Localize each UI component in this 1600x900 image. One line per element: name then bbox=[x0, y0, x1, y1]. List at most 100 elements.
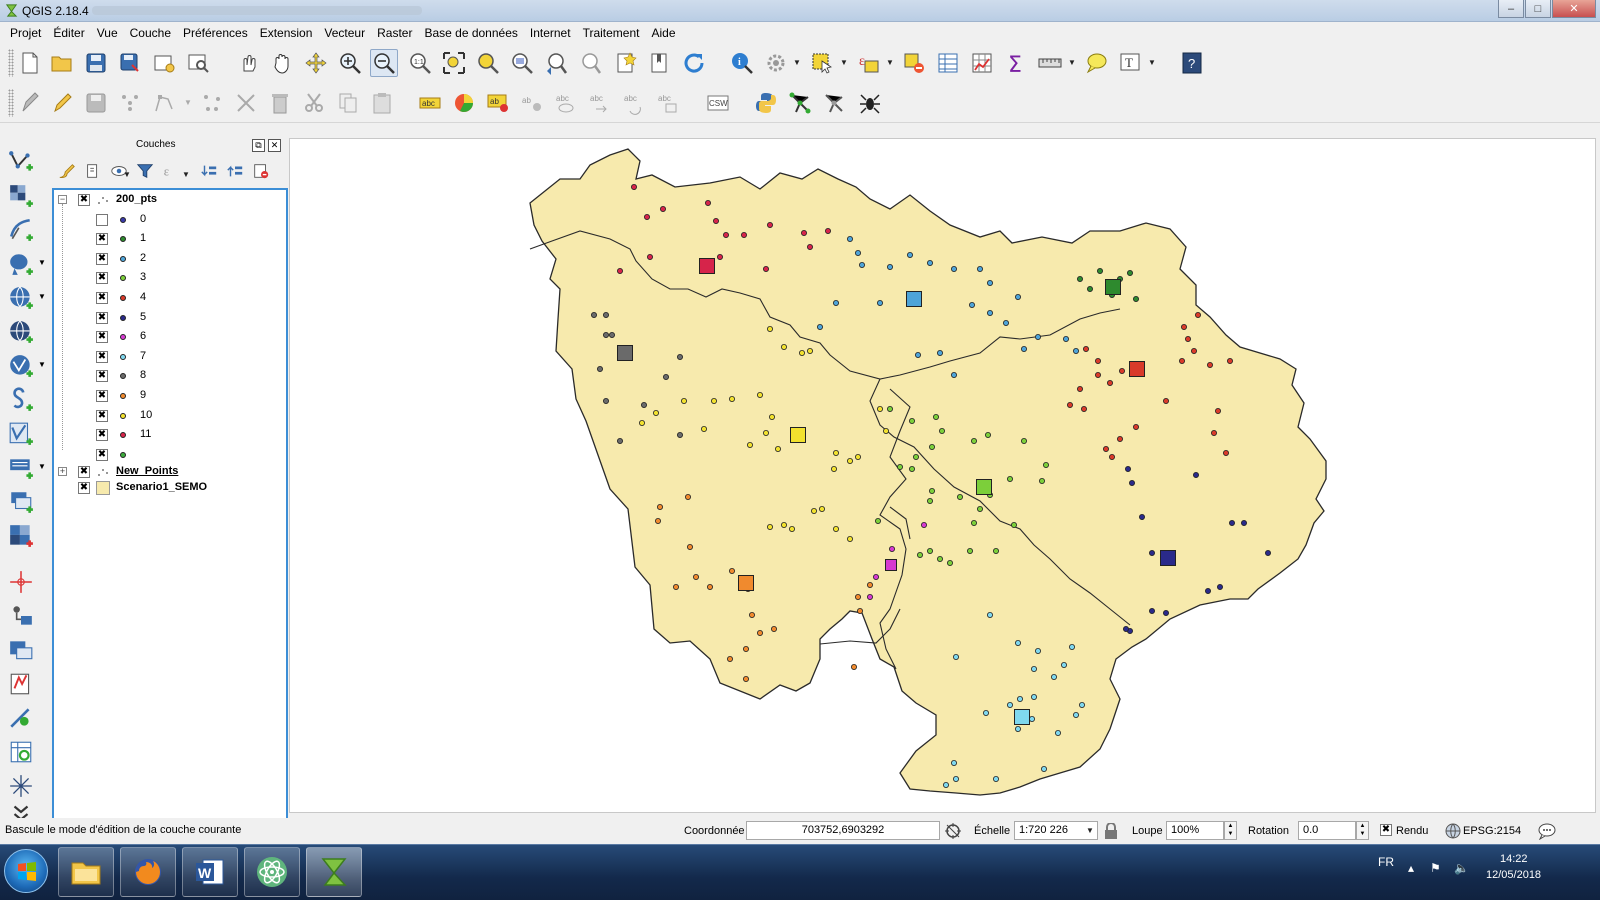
statistics-icon[interactable]: Σ bbox=[1002, 49, 1030, 77]
clock-time[interactable]: 14:22 bbox=[1500, 853, 1528, 865]
legend-class-row[interactable]: ✖ 6 bbox=[54, 327, 286, 347]
field-calculator-icon[interactable] bbox=[968, 49, 996, 77]
add-vector-layer-icon[interactable] bbox=[6, 148, 36, 176]
node-dropdown-icon[interactable]: ▼ bbox=[184, 98, 192, 107]
collapse-toggle-icon[interactable]: − bbox=[58, 195, 67, 204]
annotation-dropdown-icon[interactable]: ▼ bbox=[1148, 58, 1156, 67]
pin-labels-icon[interactable]: ab bbox=[484, 89, 512, 117]
legend-class-row[interactable]: ✖ 10 bbox=[54, 406, 286, 426]
menu-couche[interactable]: Couche bbox=[124, 22, 177, 44]
start-button[interactable] bbox=[4, 849, 48, 893]
attribute-table-icon[interactable] bbox=[934, 49, 962, 77]
new-temporary-layer-icon[interactable] bbox=[6, 636, 36, 664]
show-hide-labels-icon[interactable]: abc bbox=[552, 89, 580, 117]
class-visibility-checkbox[interactable]: ✖ bbox=[96, 272, 108, 285]
crs-globe-icon[interactable] bbox=[1445, 823, 1461, 839]
explorer-icon[interactable] bbox=[58, 847, 114, 897]
toggle-editing-icon[interactable] bbox=[48, 89, 76, 117]
messages-icon[interactable] bbox=[1538, 822, 1556, 840]
python-console-icon[interactable] bbox=[752, 89, 780, 117]
toolbar-grip[interactable] bbox=[8, 89, 14, 117]
touch-pan-icon[interactable] bbox=[234, 49, 262, 77]
add-mssql-layer-icon[interactable] bbox=[6, 488, 36, 516]
filter-legend-icon[interactable] bbox=[134, 160, 156, 182]
legend-class-row[interactable]: ✖ 5 bbox=[54, 308, 286, 328]
gps-tools-icon[interactable] bbox=[856, 89, 884, 117]
legend-class-row[interactable]: ✖ 4 bbox=[54, 288, 286, 308]
move-label-icon[interactable]: abc bbox=[586, 89, 614, 117]
maximize-button[interactable]: □ bbox=[1525, 0, 1551, 18]
scale-dropdown-icon[interactable]: ▼ bbox=[1086, 826, 1094, 835]
zoom-out-icon[interactable] bbox=[370, 49, 398, 77]
map-canvas[interactable] bbox=[289, 138, 1596, 813]
layer-visibility-checkbox[interactable]: ✖ bbox=[78, 466, 90, 478]
add-oracle-layer-icon[interactable] bbox=[6, 522, 36, 550]
menu-base-de-donnees[interactable]: Base de données bbox=[418, 22, 523, 44]
crs-label[interactable]: EPSG:2154 bbox=[1463, 825, 1521, 837]
map-svg[interactable] bbox=[290, 139, 1596, 813]
class-visibility-checkbox[interactable]: ✖ bbox=[96, 292, 108, 304]
class-visibility-checkbox[interactable] bbox=[96, 213, 108, 226]
new-shapefile-icon[interactable] bbox=[6, 420, 36, 448]
word-icon[interactable]: W bbox=[182, 847, 238, 897]
filter-expression-icon[interactable]: ε bbox=[160, 160, 182, 182]
add-delimited-text-icon[interactable] bbox=[6, 216, 36, 244]
legend-class-row[interactable]: ✖ 1 bbox=[54, 229, 286, 249]
text-annotation-icon[interactable]: T bbox=[1116, 49, 1144, 77]
clock-date[interactable]: 12/05/2018 bbox=[1486, 869, 1541, 881]
delete-selected-icon[interactable] bbox=[266, 89, 294, 117]
virtual-dropdown-icon[interactable]: ▼ bbox=[38, 462, 46, 471]
lock-scale-icon[interactable] bbox=[1104, 823, 1118, 839]
map-tips-icon[interactable] bbox=[1082, 49, 1110, 77]
coordinate-field[interactable]: 703752,6903292 bbox=[746, 821, 940, 840]
style-icon[interactable] bbox=[56, 160, 78, 182]
expression-filter-dropdown-icon[interactable]: ▼ bbox=[182, 170, 190, 179]
open-project-icon[interactable] bbox=[48, 49, 76, 77]
minimize-button[interactable]: – bbox=[1498, 0, 1524, 18]
node-tool-icon[interactable] bbox=[150, 89, 178, 117]
visibility-dropdown-icon[interactable]: ▼ bbox=[123, 170, 131, 179]
menu-preferences[interactable]: Préférences bbox=[177, 22, 254, 44]
save-project-icon[interactable] bbox=[82, 49, 110, 77]
save-edits-icon[interactable] bbox=[82, 89, 110, 117]
rotation-spinner[interactable]: ▲ ▼ bbox=[1356, 821, 1369, 840]
menu-editer[interactable]: Éditer bbox=[47, 22, 90, 44]
zoom-to-selection-icon[interactable] bbox=[474, 49, 502, 77]
select-by-expression-icon[interactable]: ε bbox=[855, 49, 883, 77]
new-print-composer-icon[interactable] bbox=[150, 49, 178, 77]
measure-dropdown-icon[interactable]: ▼ bbox=[1068, 58, 1076, 67]
new-project-icon[interactable] bbox=[16, 49, 44, 77]
layer-tree[interactable]: − ✖ 200_pts 0 ✖ 1 ✖ 2 ✖ 3 ✖ 4 ✖ 5 ✖ 6 ✖ 7 ✖ 8 ✖ 9 ✖ 10 ✖ 11 ✖ +… bbox=[52, 188, 288, 828]
show-hidden-icons-icon[interactable]: ▴ bbox=[1408, 861, 1414, 875]
expand-toggle-icon[interactable]: + bbox=[58, 467, 67, 476]
measure-icon[interactable] bbox=[1036, 49, 1064, 77]
georeferencer-icon[interactable] bbox=[820, 89, 848, 117]
expression-dropdown-icon[interactable]: ▼ bbox=[886, 58, 894, 67]
class-visibility-checkbox[interactable]: ✖ bbox=[96, 429, 108, 442]
class-visibility-checkbox[interactable]: ✖ bbox=[96, 311, 108, 324]
run-action-dropdown-icon[interactable]: ▼ bbox=[793, 58, 801, 67]
layer-visibility-checkbox[interactable]: ✖ bbox=[78, 482, 90, 494]
add-db2-layer-icon[interactable] bbox=[6, 568, 36, 596]
rotation-field[interactable]: 0.0 bbox=[1298, 821, 1356, 840]
class-visibility-checkbox[interactable]: ✖ bbox=[96, 370, 108, 383]
close-button[interactable]: ✕ bbox=[1552, 0, 1596, 18]
add-delimited-icon[interactable] bbox=[6, 704, 36, 732]
run-action-icon[interactable] bbox=[762, 49, 790, 77]
atom-icon[interactable] bbox=[244, 847, 300, 897]
zoom-next-icon[interactable] bbox=[576, 49, 604, 77]
menu-vue[interactable]: Vue bbox=[91, 22, 124, 44]
layer-diagram-icon[interactable] bbox=[450, 89, 478, 117]
legend-class-row[interactable]: 0 bbox=[54, 210, 286, 230]
add-wms-layer-icon[interactable] bbox=[6, 284, 36, 312]
rotate-label-icon[interactable]: abc bbox=[620, 89, 648, 117]
add-wcs-layer-icon[interactable] bbox=[6, 318, 36, 346]
change-label-icon[interactable]: abc bbox=[654, 89, 682, 117]
magnifier-field[interactable]: 100% bbox=[1166, 821, 1224, 840]
pan-icon[interactable] bbox=[268, 49, 296, 77]
class-visibility-checkbox[interactable]: ✖ bbox=[96, 233, 108, 246]
class-visibility-checkbox[interactable]: ✖ bbox=[96, 350, 108, 363]
extent-toggle-icon[interactable] bbox=[944, 822, 962, 840]
menu-raster[interactable]: Raster bbox=[371, 22, 418, 44]
class-visibility-checkbox[interactable]: ✖ bbox=[96, 409, 108, 422]
